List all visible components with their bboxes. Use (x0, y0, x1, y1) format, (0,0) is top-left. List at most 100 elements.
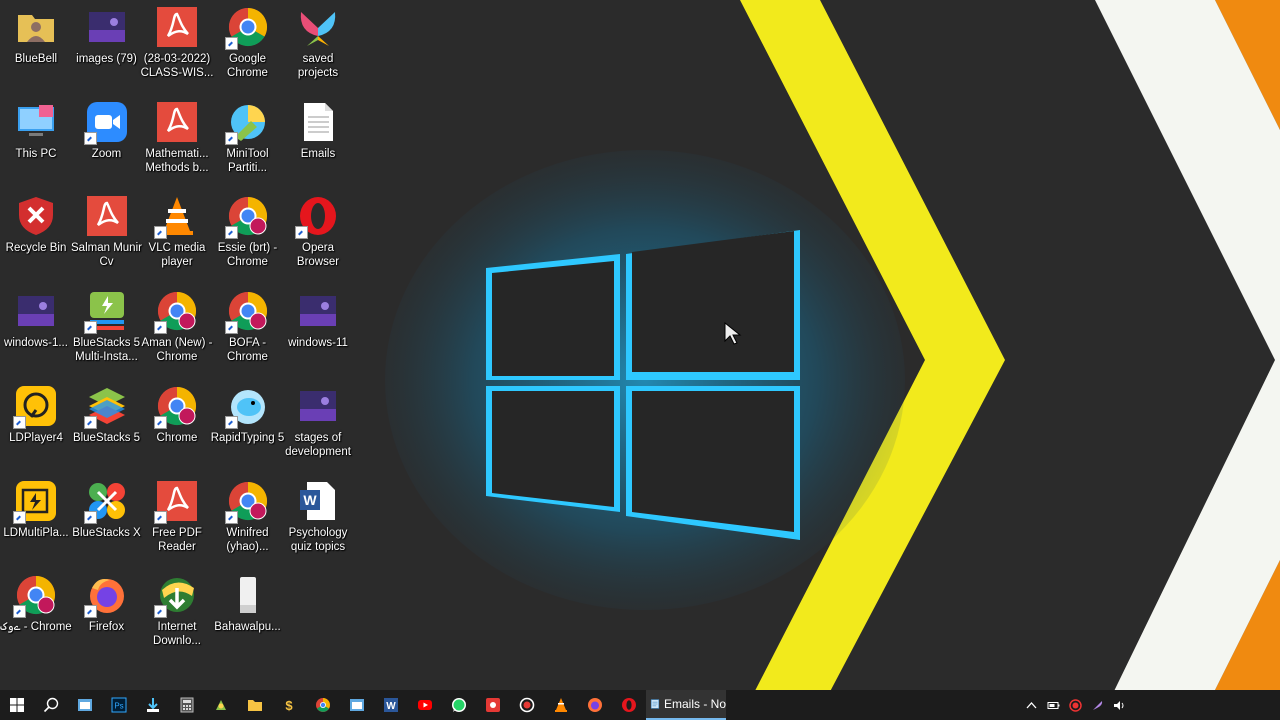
desktop-icon[interactable]: Internet Downlo... (142, 568, 212, 658)
desktop-icon[interactable]: windows-11 (283, 284, 353, 374)
search-button[interactable] (34, 690, 68, 720)
shortcut-arrow-icon (13, 415, 26, 429)
desktop-icon[interactable]: W Psychology quiz topics (283, 474, 353, 564)
bluestacks-multi-icon (83, 290, 128, 335)
desktop-icon-label: Emails (300, 147, 336, 160)
desktop-icon[interactable]: ےوک - Chrome (0, 568, 72, 658)
bluestacks-x-icon (83, 480, 128, 524)
desktop-icon-label: BlueStacks 5 Multi-Insta... (72, 337, 141, 364)
desktop-icon-label: LDMultiPla... (3, 526, 69, 539)
shortcut-arrow-icon (83, 415, 97, 429)
idm-icon (154, 574, 198, 619)
volume-tray-button[interactable] (1108, 690, 1130, 720)
window-app-icon (77, 697, 93, 713)
desktop-icon[interactable]: saved projects (283, 0, 353, 90)
firefox-icon (587, 697, 603, 713)
taskbar-opera[interactable] (612, 690, 646, 720)
desktop-icon-label: stages of development (285, 431, 351, 458)
desktop-icon[interactable]: Aman (New) - Chrome (142, 284, 212, 374)
desktop-icon[interactable]: This PC (1, 95, 71, 185)
desktop-icon[interactable]: VLC media player (142, 189, 212, 279)
taskbar-app-1[interactable] (68, 690, 102, 720)
photoshop-icon: Ps (111, 697, 127, 713)
desktop-icon[interactable]: BlueStacks X (72, 474, 142, 564)
taskbar-file-explorer[interactable] (238, 690, 272, 720)
taskbar-whatsapp[interactable] (442, 690, 476, 720)
speaker-icon (1113, 700, 1123, 710)
folder-icon (247, 697, 263, 713)
chrome-profile-icon (154, 385, 198, 429)
desktop-icon[interactable]: RapidTyping 5 (211, 379, 284, 469)
taskbar-app-5[interactable] (204, 690, 238, 720)
desktop-icon-label: LDPlayer4 (9, 431, 63, 444)
start-button[interactable] (0, 690, 34, 720)
desktop-icon[interactable]: Firefox (72, 568, 142, 658)
desktop-icon[interactable]: images (79) (72, 0, 142, 90)
desktop-icon[interactable]: BlueStacks 5 Multi-Insta... (72, 284, 142, 374)
user-folder-icon (15, 6, 57, 48)
desktop-icon[interactable]: MiniTool Partiti... (213, 95, 283, 185)
taskbar-record[interactable] (510, 690, 544, 720)
desktop-icon-label: BOFA - Chrome (227, 337, 268, 364)
svg-text:W: W (386, 701, 396, 712)
word-doc-icon: W (297, 480, 339, 522)
desktop-icon[interactable]: BlueBell (1, 0, 71, 90)
desktop-icon[interactable]: BlueStacks 5 (72, 379, 142, 469)
download-app-icon (145, 697, 161, 713)
chrome-icon (315, 697, 331, 713)
desktop-icon[interactable]: Free PDF Reader (142, 474, 212, 564)
desktop-icon[interactable]: (28-03-2022) CLASS-WIS... (141, 0, 213, 90)
taskbar-app-9[interactable] (340, 690, 374, 720)
notepad-icon (650, 699, 660, 709)
taskbar-calculator[interactable] (170, 690, 204, 720)
desktop-icon[interactable]: Recycle Bin (1, 189, 71, 279)
desktop-icon[interactable]: Mathemati... Methods b... (142, 95, 212, 185)
chrome-profile-icon (224, 195, 269, 240)
desktop-icon[interactable]: stages of development (283, 379, 353, 469)
taskbar-app-3[interactable] (136, 690, 170, 720)
shortcut-arrow-icon (224, 415, 238, 429)
pen-tray-button[interactable] (1086, 690, 1108, 720)
svg-text:W: W (303, 492, 317, 508)
desktop-icon-label: Firefox (88, 621, 125, 634)
desktop-icon[interactable]: Zoom (72, 95, 142, 185)
desktop-icon[interactable]: Chrome (142, 379, 212, 469)
minitool-icon (224, 101, 269, 145)
desktop-icon[interactable]: LDPlayer4 (1, 379, 71, 469)
desktop-icon[interactable]: LDMultiPla... (1, 474, 71, 564)
opera-icon (621, 697, 637, 713)
image-thumbnail-icon (297, 385, 339, 427)
battery-tray-icon-button[interactable] (1042, 690, 1064, 720)
desktop-icon-label: Bahawalpu... (214, 621, 281, 634)
desktop-icon[interactable]: BOFA - Chrome (213, 284, 283, 374)
pdf-icon (154, 480, 198, 524)
desktop-icon[interactable]: Bahawalpu... (213, 568, 283, 658)
desktop-icon[interactable]: Essie (brt) - Chrome (213, 189, 283, 279)
taskbar-chrome[interactable] (306, 690, 340, 720)
taskbar-window-label: Emails - No (663, 697, 726, 711)
taskbar-photoshop[interactable]: Ps (102, 690, 136, 720)
show-hidden-icons-button[interactable] (1020, 690, 1042, 720)
recycle-bin-icon (15, 195, 57, 237)
taskbar-firefox[interactable] (578, 690, 612, 720)
taskbar-window-emails-notepad[interactable]: Emails - No (646, 690, 726, 720)
whatsapp-icon (451, 697, 467, 713)
taskbar-youtube[interactable] (408, 690, 442, 720)
desktop-icon[interactable]: windows-1... (1, 284, 71, 374)
battery-icon (1047, 701, 1059, 709)
bluestacks-icon (83, 385, 128, 429)
desktop-icon[interactable]: Google Chrome (213, 0, 283, 90)
desktop-icon[interactable]: Salman Munir Cv (71, 189, 142, 279)
desktop-icon[interactable]: Emails (283, 95, 353, 185)
desktop-icon[interactable]: Winifred (yhao)... (213, 474, 283, 564)
chrome-profile-icon (224, 290, 269, 335)
taskbar-app-13[interactable] (476, 690, 510, 720)
desktop-icon[interactable]: Opera Browser (283, 189, 353, 279)
taskbar-app-7[interactable]: $ (272, 690, 306, 720)
shortcut-arrow-icon (224, 131, 238, 145)
chrome-profile-icon (154, 290, 198, 335)
record-tray-button[interactable] (1064, 690, 1086, 720)
file-icon (227, 574, 269, 616)
taskbar-word[interactable]: W (374, 690, 408, 720)
taskbar-vlc[interactable] (544, 690, 578, 720)
